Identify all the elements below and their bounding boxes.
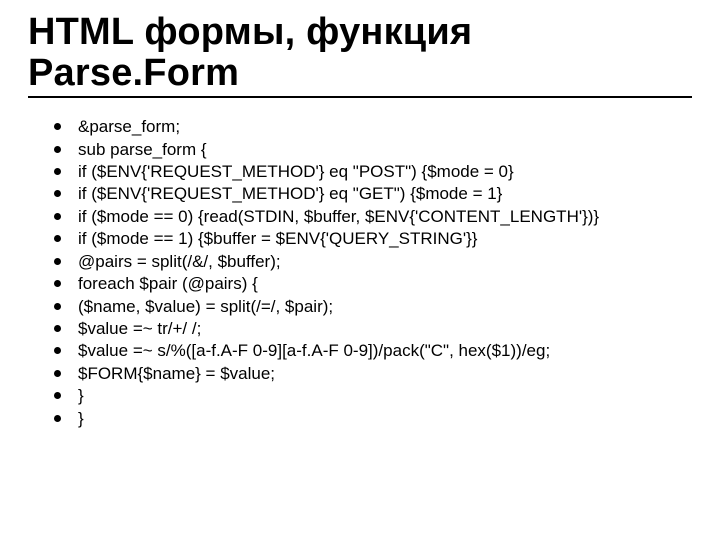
title-line-1: HTML формы, функция — [28, 11, 472, 53]
code-line: foreach $pair (@pairs) { — [78, 274, 258, 293]
code-line: sub parse_form { — [78, 140, 207, 159]
code-line: $value =~ s/%([a-f.A-F 0-9][a-f.A-F 0-9]… — [78, 341, 550, 360]
code-line: if ($ENV{'REQUEST_METHOD'} eq "GET") {$m… — [78, 184, 502, 203]
title-underline — [28, 96, 692, 98]
list-item: if ($mode == 1) {$buffer = $ENV{'QUERY_S… — [54, 228, 692, 250]
code-list: &parse_form; sub parse_form { if ($ENV{'… — [28, 116, 692, 430]
list-item: ($name, $value) = split(/=/, $pair); — [54, 296, 692, 318]
list-item: $value =~ tr/+/ /; — [54, 318, 692, 340]
code-line: if ($ENV{'REQUEST_METHOD'} eq "POST") {$… — [78, 162, 514, 181]
code-line: @pairs = split(/&/, $buffer); — [78, 252, 281, 271]
list-item: sub parse_form { — [54, 139, 692, 161]
list-item: $FORM{$name} = $value; — [54, 363, 692, 385]
slide: HTML формы, функция Parse.Form &parse_fo… — [0, 0, 720, 540]
list-item: if ($mode == 0) {read(STDIN, $buffer, $E… — [54, 206, 692, 228]
code-line: if ($mode == 1) {$buffer = $ENV{'QUERY_S… — [78, 229, 477, 248]
list-item: if ($ENV{'REQUEST_METHOD'} eq "POST") {$… — [54, 161, 692, 183]
title-line-2: Parse.Form — [28, 52, 239, 94]
list-item: &parse_form; — [54, 116, 692, 138]
list-item: } — [54, 408, 692, 430]
list-item: @pairs = split(/&/, $buffer); — [54, 251, 692, 273]
list-item: } — [54, 385, 692, 407]
slide-title: HTML формы, функция Parse.Form — [28, 12, 692, 94]
code-line: &parse_form; — [78, 117, 180, 136]
code-line: ($name, $value) = split(/=/, $pair); — [78, 297, 333, 316]
code-line: $FORM{$name} = $value; — [78, 364, 275, 383]
code-line: } — [78, 386, 84, 405]
list-item: foreach $pair (@pairs) { — [54, 273, 692, 295]
list-item: if ($ENV{'REQUEST_METHOD'} eq "GET") {$m… — [54, 183, 692, 205]
code-line: } — [78, 409, 84, 428]
code-line: if ($mode == 0) {read(STDIN, $buffer, $E… — [78, 207, 599, 226]
code-line: $value =~ tr/+/ /; — [78, 319, 201, 338]
list-item: $value =~ s/%([a-f.A-F 0-9][a-f.A-F 0-9]… — [54, 340, 692, 362]
